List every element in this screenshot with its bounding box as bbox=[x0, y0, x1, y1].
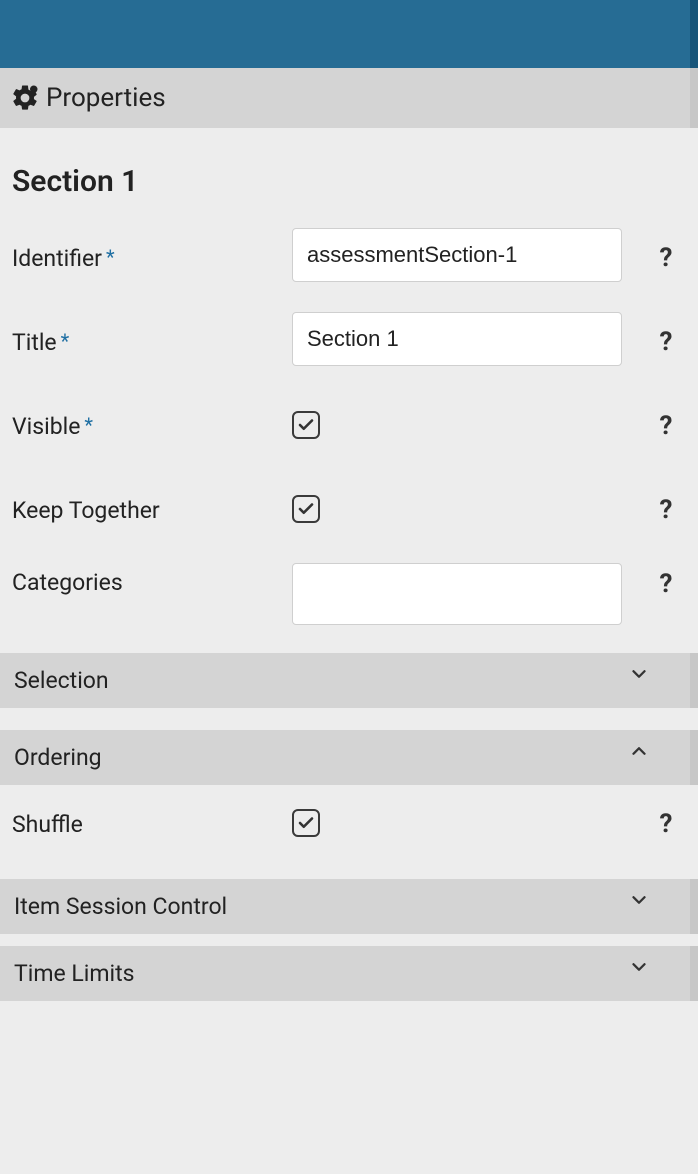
accordion-selection-label: Selection bbox=[14, 667, 109, 694]
row-categories: Categories ? bbox=[12, 563, 686, 625]
section-title: Section 1 bbox=[12, 164, 686, 199]
help-shuffle[interactable]: ? bbox=[646, 803, 686, 839]
label-visible: Visible* bbox=[12, 407, 292, 440]
label-keep-together: Keep Together bbox=[12, 491, 292, 524]
row-identifier: Identifier* ? bbox=[12, 227, 686, 283]
row-shuffle: Shuffle ? bbox=[12, 793, 686, 849]
chevron-down-icon bbox=[628, 956, 650, 984]
chevron-up-icon bbox=[628, 740, 650, 768]
row-title: Title* ? bbox=[12, 311, 686, 367]
label-categories: Categories bbox=[12, 563, 292, 596]
accordion-selection[interactable]: Selection bbox=[0, 653, 698, 708]
panel-title: Properties bbox=[46, 83, 166, 113]
ordering-body: Shuffle ? bbox=[0, 785, 698, 877]
categories-input[interactable] bbox=[292, 563, 622, 625]
required-star: * bbox=[106, 245, 115, 269]
chevron-down-icon bbox=[628, 889, 650, 917]
accordion-item-session-control[interactable]: Item Session Control bbox=[0, 879, 698, 934]
chevron-down-icon bbox=[628, 663, 650, 691]
panel-header: Properties bbox=[0, 68, 698, 128]
help-title[interactable]: ? bbox=[646, 321, 686, 357]
help-identifier[interactable]: ? bbox=[646, 237, 686, 273]
required-star: * bbox=[84, 413, 93, 437]
help-categories[interactable]: ? bbox=[646, 563, 686, 599]
row-keep-together: Keep Together ? bbox=[12, 479, 686, 535]
label-identifier: Identifier* bbox=[12, 239, 292, 272]
gear-icon bbox=[10, 83, 40, 113]
help-visible[interactable]: ? bbox=[646, 405, 686, 441]
accordion-ordering-label: Ordering bbox=[14, 744, 102, 771]
help-keep-together[interactable]: ? bbox=[646, 489, 686, 525]
title-input[interactable] bbox=[292, 312, 622, 366]
accordion-item-session-control-label: Item Session Control bbox=[14, 893, 227, 920]
label-shuffle: Shuffle bbox=[12, 805, 292, 838]
identifier-input[interactable] bbox=[292, 228, 622, 282]
top-bar bbox=[0, 0, 698, 68]
accordion-ordering[interactable]: Ordering bbox=[0, 730, 698, 785]
row-visible: Visible* ? bbox=[12, 395, 686, 451]
keep-together-checkbox[interactable] bbox=[292, 495, 320, 523]
visible-checkbox[interactable] bbox=[292, 411, 320, 439]
shuffle-checkbox[interactable] bbox=[292, 809, 320, 837]
accordion-time-limits-label: Time Limits bbox=[14, 960, 135, 987]
accordion-time-limits[interactable]: Time Limits bbox=[0, 946, 698, 1001]
required-star: * bbox=[61, 329, 70, 353]
label-title: Title* bbox=[12, 323, 292, 356]
